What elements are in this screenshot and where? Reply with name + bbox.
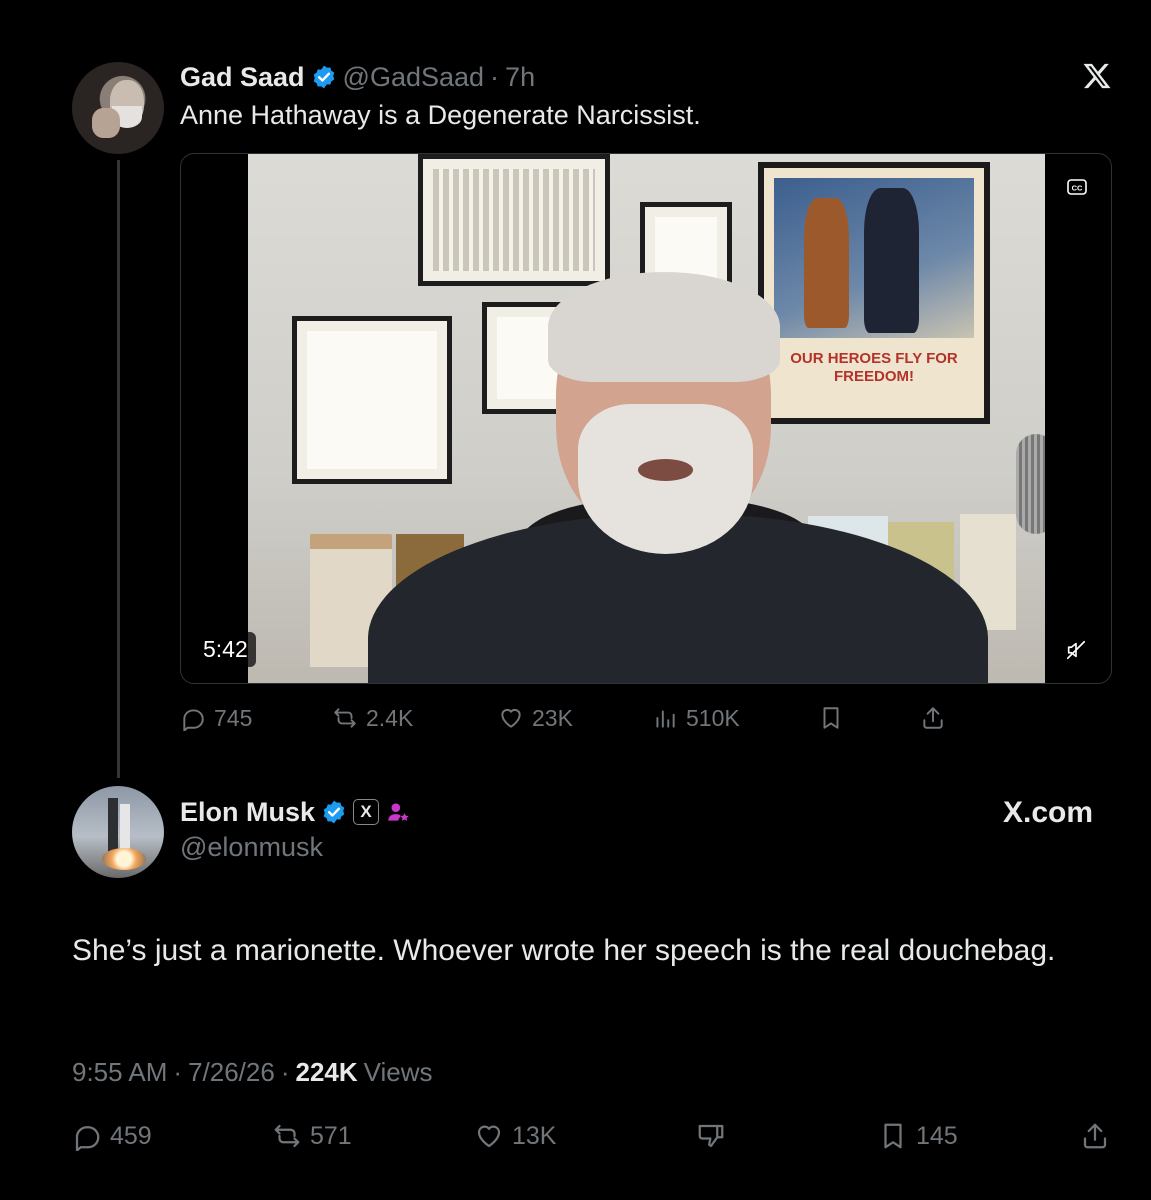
repost-button[interactable]: 2.4K <box>332 700 413 736</box>
person-mouth <box>638 459 693 481</box>
avatar[interactable] <box>72 786 164 878</box>
video-player[interactable]: OUR HEROES FLY FOR FREEDOM! CC 5:42 <box>180 153 1112 684</box>
tweet-header: Gad Saad @GadSaad · 7h <box>180 60 535 94</box>
thread-connector-line <box>117 160 120 778</box>
page: Gad Saad @GadSaad · 7h Anne Hathaway is … <box>0 0 1151 1200</box>
repost-button[interactable]: 571 <box>272 1116 352 1156</box>
reply-button[interactable]: 745 <box>180 700 252 736</box>
tweet-meta: 9:55 AM · 7/26/26 · 224K Views <box>72 1057 433 1088</box>
share-button[interactable] <box>1080 1116 1110 1156</box>
author-handle[interactable]: @GadSaad <box>343 62 485 93</box>
xcom-label: X.com <box>1003 796 1094 829</box>
views-bars-icon <box>656 710 675 728</box>
tweet-actions: 459 571 13K 145 <box>72 1116 1112 1156</box>
reply-count: 745 <box>214 704 253 731</box>
microphone <box>1016 434 1045 534</box>
x-affiliation-badge[interactable]: X <box>353 799 380 825</box>
x-logo-icon[interactable] <box>1082 60 1112 92</box>
dot-separator: · <box>280 1057 290 1087</box>
author-name[interactable]: Gad Saad <box>180 62 305 93</box>
reply-icon <box>75 1126 100 1151</box>
reply-count: 459 <box>110 1121 152 1150</box>
avatar-rocket <box>120 804 130 852</box>
poster-title: OUR HEROES FLY FOR FREEDOM! <box>790 350 958 385</box>
share-icon <box>923 707 943 729</box>
tweet-date[interactable]: 7/26/26 <box>188 1057 275 1088</box>
mute-icon[interactable] <box>1065 639 1087 661</box>
person-hair <box>548 272 780 382</box>
repost-icon <box>334 708 356 728</box>
tweet-actions: 745 2.4K 23K 510K <box>180 700 960 736</box>
views-label: Views <box>363 1057 433 1087</box>
views-count: 224K <box>295 1057 358 1087</box>
video-duration: 5:42 <box>195 632 256 667</box>
views-button[interactable]: 510K <box>652 700 740 736</box>
bookmark-icon <box>884 1123 902 1149</box>
avatar-flame <box>102 848 146 870</box>
tweet-text: She’s just a marionette. Whoever wrote h… <box>72 934 1056 967</box>
verified-badge-icon <box>323 800 345 824</box>
repost-count: 2.4K <box>366 704 414 731</box>
views-count: 510K <box>686 704 740 731</box>
like-count: 23K <box>532 704 573 731</box>
like-button[interactable]: 13K <box>474 1116 556 1156</box>
dot-separator: · <box>173 1057 183 1087</box>
like-count: 13K <box>512 1121 557 1150</box>
reply-icon <box>183 709 204 731</box>
tweet-text: Anne Hathaway is a Degenerate Narcissist… <box>180 100 701 130</box>
wall-frame-class-photo <box>418 154 610 286</box>
repost-count: 571 <box>310 1121 352 1150</box>
dot-separator: · <box>490 61 500 92</box>
heart-icon <box>501 708 521 728</box>
avatar-hand <box>92 108 120 138</box>
share-button[interactable] <box>920 700 946 736</box>
tweet-header: Elon Musk X <box>180 795 411 829</box>
tweet-time[interactable]: 7h <box>505 62 535 93</box>
avatar[interactable] <box>72 62 164 154</box>
heart-icon <box>477 1125 501 1148</box>
repost-icon <box>274 1124 300 1148</box>
tweet-timestamp[interactable]: 9:55 AM <box>72 1057 167 1088</box>
bookmark-button[interactable]: 145 <box>878 1116 958 1156</box>
author-name[interactable]: Elon Musk <box>180 797 315 828</box>
svg-text:CC: CC <box>1072 184 1083 193</box>
bookmark-icon <box>823 707 839 729</box>
video-frame: OUR HEROES FLY FOR FREEDOM! <box>248 154 1045 683</box>
reply-button[interactable]: 459 <box>72 1116 152 1156</box>
bookmark-count: 145 <box>916 1121 958 1150</box>
downvote-button[interactable] <box>696 1116 726 1156</box>
wall-poster: OUR HEROES FLY FOR FREEDOM! <box>758 162 990 424</box>
thumbs-down-icon <box>698 1124 724 1148</box>
bookmark-button[interactable] <box>818 700 844 736</box>
wall-frame-diploma <box>292 316 452 484</box>
share-icon <box>1083 1123 1107 1149</box>
verified-badge-icon <box>313 65 334 89</box>
like-button[interactable]: 23K <box>498 700 573 736</box>
cc-icon[interactable]: CC <box>1067 179 1087 195</box>
affiliate-user-icon <box>388 803 409 821</box>
author-handle[interactable]: @elonmusk <box>180 832 323 863</box>
